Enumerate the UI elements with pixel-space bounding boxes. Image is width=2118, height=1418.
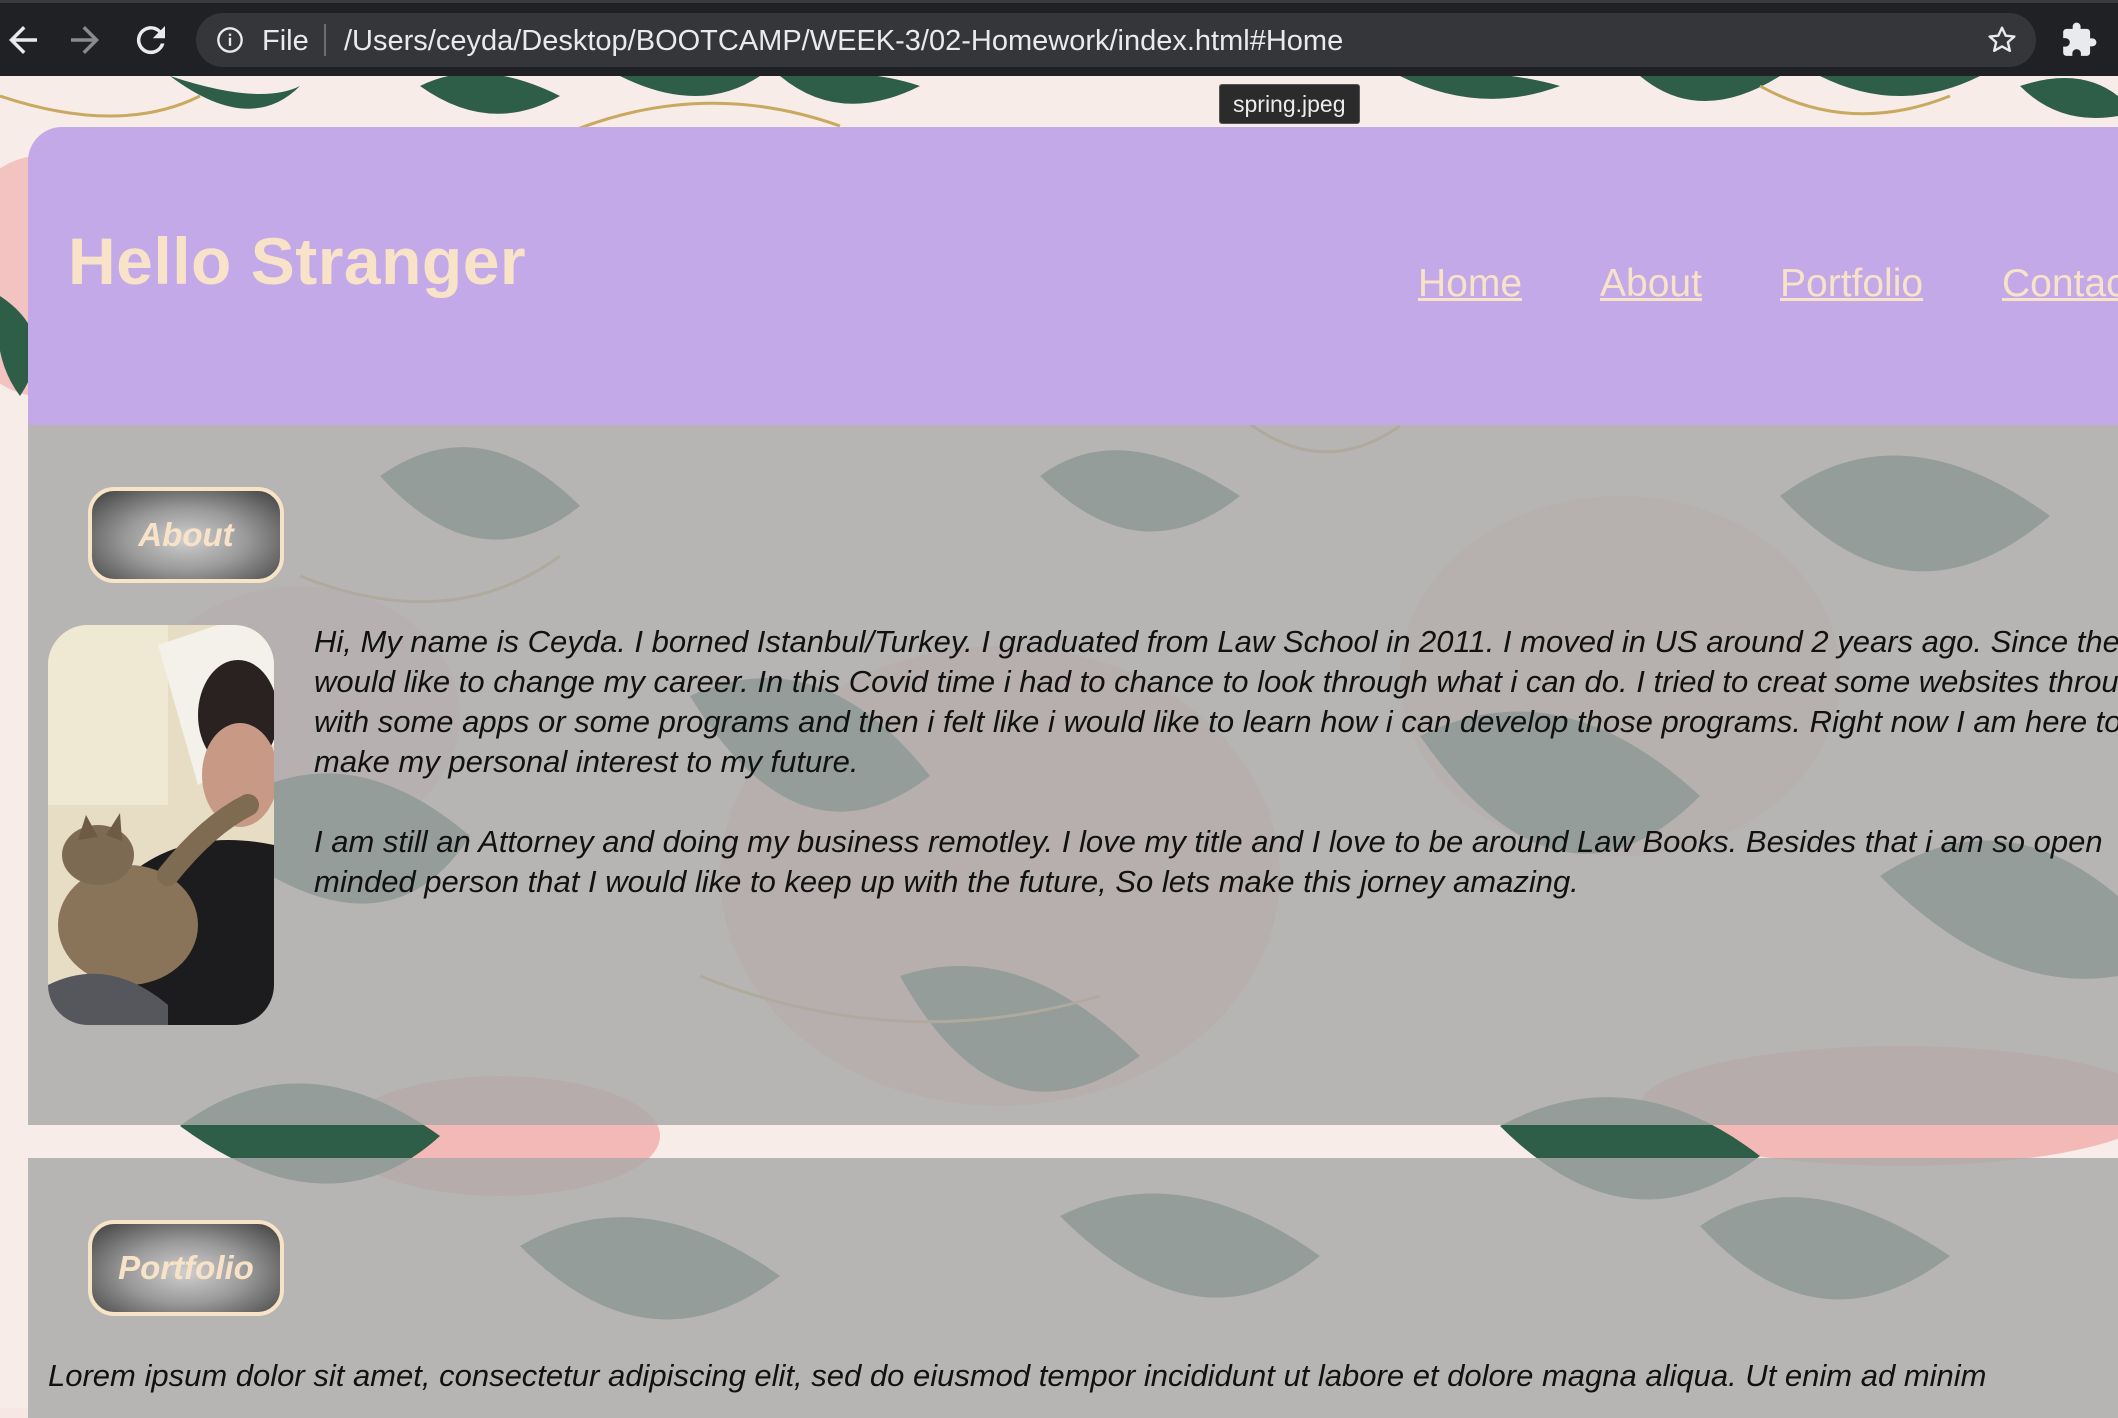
portfolio-heading: Portfolio [88, 1220, 284, 1316]
file-scheme-label: File [262, 25, 309, 57]
image-tooltip: spring.jpeg [1219, 84, 1360, 124]
browser-toolbar: File /Users/ceyda/Desktop/BOOTCAMP/WEEK-… [0, 0, 2118, 76]
reload-icon[interactable] [130, 19, 172, 61]
info-icon[interactable] [216, 26, 244, 54]
about-section: About Hi, My name is Ceyda. I borned Ist… [28, 425, 2118, 1125]
site-title: Hello Stranger [68, 224, 527, 298]
nav-link-portfolio[interactable]: Portfolio [1780, 262, 1923, 306]
portfolio-paragraph: Lorem ipsum dolor sit amet, consectetur … [48, 1358, 1987, 1393]
back-arrow-icon[interactable] [2, 19, 44, 61]
nav-link-home[interactable]: Home [1418, 262, 1522, 306]
omnibox-separator [324, 24, 326, 56]
about-paragraph-career: I am still an Attorney and doing my busi… [314, 824, 2103, 899]
url-text[interactable]: /Users/ceyda/Desktop/BOOTCAMP/WEEK-3/02-… [344, 25, 1343, 58]
address-bar[interactable]: File /Users/ceyda/Desktop/BOOTCAMP/WEEK-… [196, 13, 2036, 67]
profile-photo [48, 625, 274, 1025]
about-heading: About [88, 487, 284, 583]
portfolio-section: Portfolio Lorem ipsum dolor sit amet, co… [28, 1158, 2118, 1418]
nav-link-about[interactable]: About [1600, 262, 1702, 306]
site-header: Hello Stranger Home About Portfolio Cont… [28, 127, 2118, 425]
nav-link-contact[interactable]: Contac [2002, 262, 2118, 306]
forward-arrow-icon[interactable] [64, 19, 106, 61]
about-paragraph-intro: Hi, My name is Ceyda. I borned Istanbul/… [314, 624, 2118, 779]
puzzle-extension-icon[interactable] [2060, 21, 2098, 59]
star-icon[interactable] [1986, 24, 2018, 56]
